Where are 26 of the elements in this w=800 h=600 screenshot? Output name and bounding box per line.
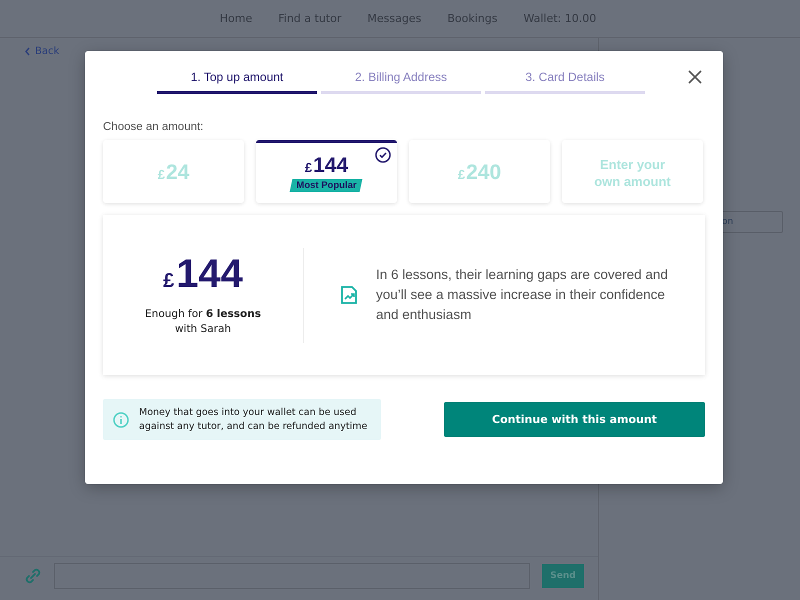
nav-link[interactable]: Bookings	[447, 12, 498, 25]
prompt-text: Choose an amount:	[103, 121, 204, 133]
continue-button[interactable]: Continue with this amount	[444, 402, 705, 437]
popular-badge: Most Popular	[291, 179, 362, 192]
amount-option[interactable]: £24	[103, 140, 244, 203]
chevron-left-icon	[24, 47, 31, 56]
step-tab[interactable]: 3. Card Details	[485, 51, 645, 94]
info-icon	[113, 412, 129, 428]
nav-link[interactable]: Find a tutor	[278, 12, 342, 25]
amount-total: £144	[163, 254, 243, 298]
benefit-text: In 6 lessons, their learning gaps are covered and you’ll see a massive increase in their confidence and enthusiasm	[376, 266, 668, 324]
amount-option[interactable]: £240	[409, 140, 550, 203]
amount-option[interactable]: £144 Most Popular	[256, 140, 397, 203]
info-text: Money that goes into your wallet can be used against any tutor, and can be refunded anytime	[139, 406, 368, 434]
step-tab[interactable]: 2. Billing Address	[321, 51, 481, 94]
amount-option[interactable]: Enter your own amount	[562, 140, 703, 203]
close-icon[interactable]	[687, 69, 703, 85]
step-tab[interactable]: 1. Top up amount	[157, 51, 317, 94]
nav-link[interactable]: Home	[220, 12, 252, 25]
checkmark-circle-icon	[375, 147, 391, 163]
send-button[interactable]: Send	[542, 564, 584, 588]
nav-link[interactable]: Wallet: 10.00	[523, 12, 596, 25]
nav-link[interactable]: Messages	[367, 12, 422, 25]
lessons-caption: Enough for 6 lessons with Sarah	[144, 306, 262, 336]
back-link[interactable]: Back	[24, 46, 60, 57]
chart-document-icon	[340, 285, 358, 305]
